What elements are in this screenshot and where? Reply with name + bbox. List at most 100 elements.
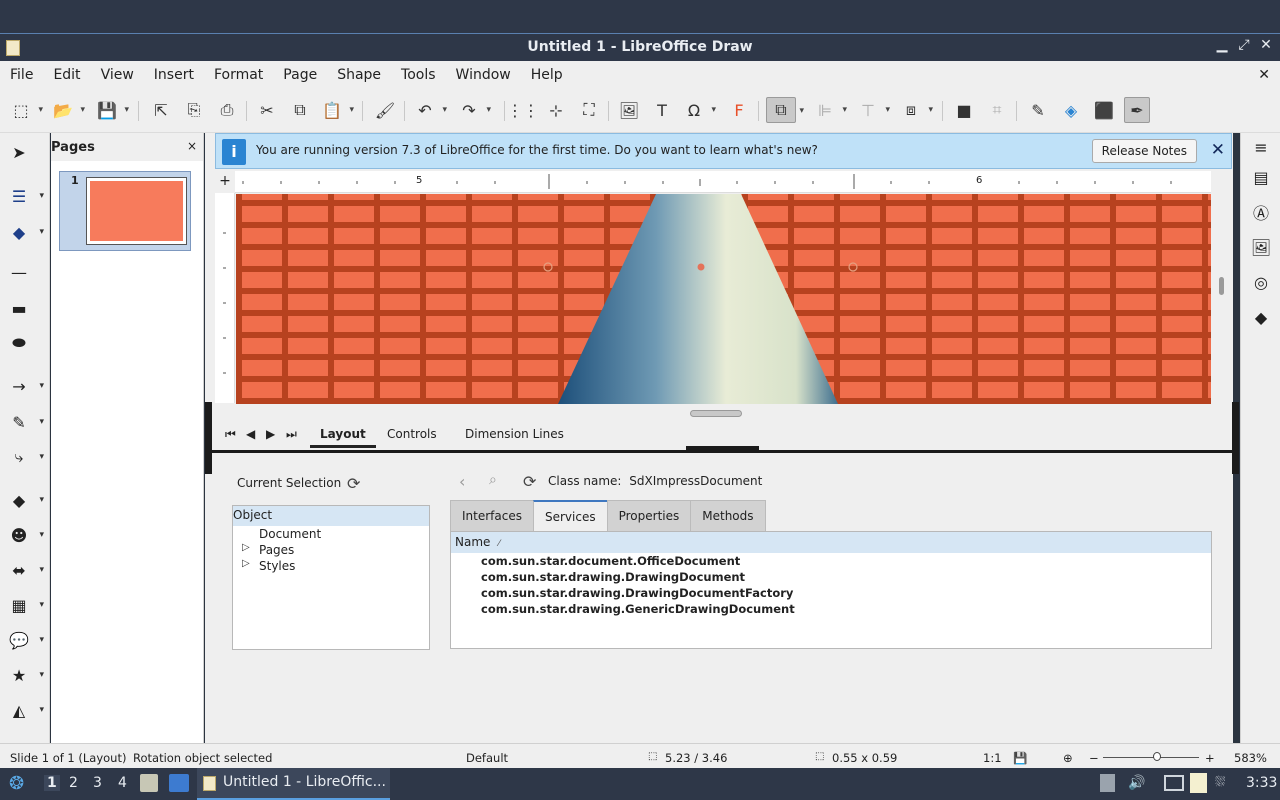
tab-properties[interactable]: Properties	[606, 500, 691, 532]
sidebar-menu-icon[interactable]: ≡	[1251, 137, 1271, 157]
last-tab-icon[interactable]: ⏭	[286, 427, 297, 442]
menu-file[interactable]: File	[10, 67, 33, 83]
tree-item-pages[interactable]: ▷ Pages	[233, 542, 429, 558]
horizontal-ruler[interactable]: + 5 6	[215, 171, 1211, 193]
insert-image-icon[interactable]: 🖼	[616, 97, 642, 123]
fit-page-icon[interactable]: ⊕	[1063, 751, 1073, 765]
helplines-icon[interactable]: ⊹	[543, 97, 569, 123]
tab-services[interactable]: Services	[532, 500, 607, 532]
close-window-icon[interactable]: ✕	[1258, 37, 1274, 53]
menu-shape[interactable]: Shape	[337, 67, 381, 83]
toggle-extrusion-icon[interactable]: ⬛	[1091, 97, 1117, 123]
paste-icon[interactable]: 📋	[319, 97, 354, 123]
desktop-icon[interactable]	[169, 774, 189, 792]
list-item[interactable]: com.sun.star.document.OfficeDocument	[451, 553, 1211, 569]
special-character-icon[interactable]: Ω	[681, 97, 716, 123]
left-collapse-handle[interactable]	[205, 402, 212, 474]
cone-shape[interactable]	[558, 194, 838, 404]
arrange-icon[interactable]: ⊤	[855, 97, 890, 123]
line-color-icon[interactable]: ☰	[8, 185, 44, 207]
points-icon[interactable]: ✎	[1025, 97, 1051, 123]
gallery-icon[interactable]: 🖼	[1251, 237, 1271, 257]
cut-icon[interactable]: ✂	[254, 97, 280, 123]
drawing-canvas[interactable]	[236, 194, 1211, 404]
rotation-handle[interactable]	[848, 262, 858, 272]
zoom-level[interactable]: 583%	[1234, 751, 1267, 765]
vertical-scrollbar[interactable]	[1212, 171, 1232, 403]
connectors-icon[interactable]: ⤷	[8, 446, 44, 468]
current-selection-label[interactable]: Current Selection	[237, 476, 341, 490]
redo-icon[interactable]: ↷	[456, 97, 491, 123]
list-item[interactable]: com.sun.star.drawing.GenericDrawingDocum…	[451, 601, 1211, 617]
navigator-icon[interactable]: ◎	[1251, 272, 1271, 292]
3d-objects-icon[interactable]: ◭	[8, 699, 44, 721]
vertical-scroll-thumb[interactable]	[1219, 277, 1224, 295]
close-document-icon[interactable]: ✕	[1258, 67, 1270, 83]
refresh-class-icon[interactable]: ⟳	[523, 472, 536, 491]
tab-layout[interactable]: Layout	[310, 427, 376, 448]
grid-icon[interactable]: ⋮⋮	[507, 97, 539, 123]
tab-dimension-lines[interactable]: Dimension Lines	[455, 427, 574, 445]
workspace-4[interactable]: 4	[118, 775, 127, 791]
volume-icon[interactable]: 🔊	[1128, 775, 1145, 791]
zoom-page-icon[interactable]: ⛶	[576, 97, 602, 123]
menu-window[interactable]: Window	[456, 67, 511, 83]
transformations-icon[interactable]: ⧉	[766, 97, 804, 123]
inspect-icon[interactable]: ⌕	[489, 472, 497, 488]
list-item[interactable]: com.sun.star.drawing.DrawingDocumentFact…	[451, 585, 1211, 601]
symbol-shapes-icon[interactable]: ☻	[8, 524, 44, 546]
taskbar-app-libreoffice[interactable]: Untitled 1 - LibreOffic...	[197, 768, 390, 800]
splitter-handle[interactable]	[686, 446, 759, 452]
curves-icon[interactable]: ✎	[8, 411, 44, 433]
right-collapse-handle[interactable]	[1232, 402, 1239, 474]
rotation-pivot-handle[interactable]	[697, 263, 705, 271]
menu-view[interactable]: View	[101, 67, 134, 83]
open-icon[interactable]: 📂	[50, 97, 85, 123]
menu-insert[interactable]: Insert	[154, 67, 194, 83]
display-icon[interactable]	[1164, 775, 1184, 791]
save-icon[interactable]: 💾	[94, 97, 129, 123]
file-manager-icon[interactable]	[140, 774, 158, 792]
block-arrows-icon[interactable]: ⬌	[8, 559, 44, 581]
list-item[interactable]: com.sun.star.drawing.DrawingDocument	[451, 569, 1211, 585]
zoom-out-icon[interactable]: −	[1089, 751, 1099, 765]
draw-functions-icon[interactable]: ✒	[1124, 97, 1150, 123]
align-icon[interactable]: ⊫	[812, 97, 847, 123]
shadow-icon[interactable]: ■	[951, 97, 977, 123]
lines-arrows-icon[interactable]: →	[8, 375, 44, 397]
services-list[interactable]: Name ⁄ com.sun.star.document.OfficeDocume…	[450, 531, 1212, 649]
expand-icon[interactable]: ▷	[242, 558, 250, 569]
print-icon[interactable]: ⎙	[214, 97, 240, 123]
crop-icon[interactable]: ⌗	[984, 97, 1010, 123]
zoom-slider[interactable]	[1103, 757, 1199, 758]
back-icon[interactable]: ‹	[459, 472, 465, 491]
tray-updates-icon[interactable]	[1100, 774, 1115, 792]
fontwork-icon[interactable]: F	[726, 97, 752, 123]
minimize-icon[interactable]: ▁	[1214, 37, 1230, 53]
clone-formatting-icon[interactable]: 🖌	[372, 97, 398, 123]
tree-item-document[interactable]: Document	[233, 526, 429, 542]
workspace-1[interactable]: 1	[44, 775, 60, 791]
styles-icon[interactable]: Ⓐ	[1251, 202, 1271, 223]
close-pages-panel-icon[interactable]: ×	[187, 139, 197, 153]
next-tab-icon[interactable]: ▶	[266, 427, 275, 441]
export-icon[interactable]: ⇱	[148, 97, 174, 123]
start-menu-icon[interactable]: ❂	[9, 773, 24, 794]
refresh-icon[interactable]: ⟳	[347, 474, 360, 493]
tab-controls[interactable]: Controls	[377, 427, 447, 445]
menu-help[interactable]: Help	[531, 67, 563, 83]
workspace-3[interactable]: 3	[93, 775, 102, 791]
shapes-icon[interactable]: ◆	[1251, 307, 1271, 327]
tab-interfaces[interactable]: Interfaces	[450, 500, 533, 532]
services-column-header[interactable]: Name ⁄	[451, 532, 1211, 553]
callouts-icon[interactable]: 💬	[8, 629, 44, 651]
basic-shapes-icon[interactable]: ◆	[8, 489, 44, 511]
close-infobar-icon[interactable]: ✕	[1211, 140, 1225, 160]
undo-icon[interactable]: ↶	[412, 97, 447, 123]
document-modified-icon[interactable]: 💾	[1013, 751, 1027, 765]
vertical-ruler[interactable]	[215, 193, 235, 403]
menu-format[interactable]: Format	[214, 67, 263, 83]
object-tree[interactable]: Object Document ▷ Pages ▷ Styles	[232, 505, 430, 650]
stars-icon[interactable]: ★	[8, 664, 44, 686]
tree-item-styles[interactable]: ▷ Styles	[233, 558, 429, 574]
